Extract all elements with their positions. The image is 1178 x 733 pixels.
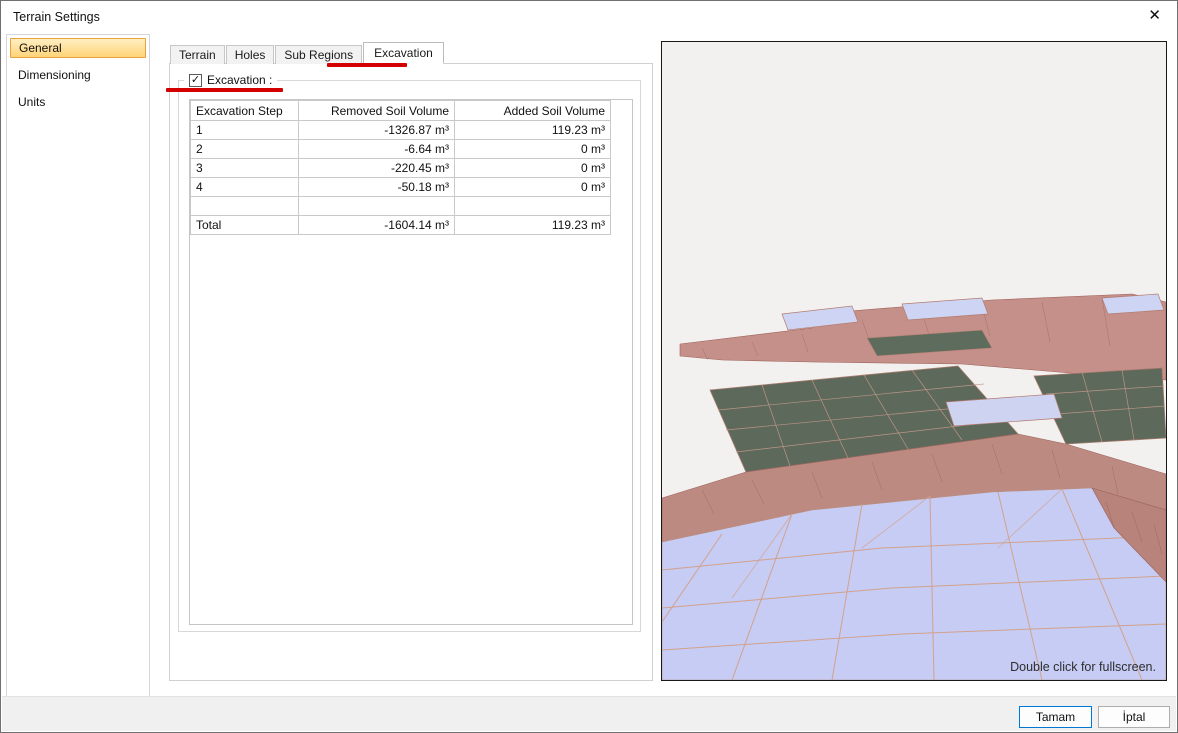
- table-row: 4 -50.18 m³ 0 m³: [191, 178, 611, 197]
- cell-step: 3: [191, 159, 299, 178]
- cell-removed: -6.64 m³: [299, 140, 455, 159]
- close-icon[interactable]: ✕: [1148, 8, 1161, 24]
- column-header-added-soil-volume: Added Soil Volume: [455, 101, 611, 121]
- sidebar: General Dimensioning Units: [6, 34, 150, 698]
- cell-removed: -1604.14 m³: [299, 216, 455, 235]
- table-header-row: Excavation Step Removed Soil Volume Adde…: [191, 101, 611, 121]
- sidebar-item-dimensioning[interactable]: Dimensioning: [10, 65, 146, 85]
- cell-removed: -220.45 m³: [299, 159, 455, 178]
- cell-step: Total: [191, 216, 299, 235]
- table-row-empty: [191, 197, 611, 216]
- cell-removed: -1326.87 m³: [299, 121, 455, 140]
- cell-added: [455, 197, 611, 216]
- table-row: 1 -1326.87 m³ 119.23 m³: [191, 121, 611, 140]
- terrain-3d-preview[interactable]: Double click for fullscreen.: [661, 41, 1167, 681]
- footer-bar: [2, 696, 1176, 731]
- table-row-total: Total -1604.14 m³ 119.23 m³: [191, 216, 611, 235]
- tab-excavation[interactable]: Excavation: [363, 42, 444, 64]
- sidebar-item-units[interactable]: Units: [10, 92, 146, 112]
- excavation-checkbox[interactable]: ✓: [189, 74, 202, 87]
- cell-removed: [299, 197, 455, 216]
- excavation-checkbox-row: ✓ Excavation :: [184, 72, 277, 88]
- table-row: 3 -220.45 m³ 0 m³: [191, 159, 611, 178]
- excavation-checkbox-label: Excavation :: [207, 73, 272, 87]
- ok-button[interactable]: Tamam: [1019, 706, 1092, 728]
- cell-added: 119.23 m³: [455, 121, 611, 140]
- cancel-button[interactable]: İptal: [1098, 706, 1170, 728]
- column-header-excavation-step: Excavation Step: [191, 101, 299, 121]
- cell-added: 0 m³: [455, 140, 611, 159]
- terrain-settings-dialog: Terrain Settings ✕ General Dimensioning …: [0, 0, 1178, 733]
- cell-added: 119.23 m³: [455, 216, 611, 235]
- tabstrip: Terrain Holes Sub Regions Excavation: [170, 43, 445, 64]
- cell-step: 2: [191, 140, 299, 159]
- tab-holes[interactable]: Holes: [226, 45, 275, 64]
- titlebar: Terrain Settings ✕: [1, 1, 1177, 31]
- cell-step: 4: [191, 178, 299, 197]
- excavation-table: Excavation Step Removed Soil Volume Adde…: [190, 100, 611, 235]
- annotation-underline-tab: [327, 63, 407, 67]
- cell-step: 1: [191, 121, 299, 140]
- column-header-removed-soil-volume: Removed Soil Volume: [299, 101, 455, 121]
- table-row: 2 -6.64 m³ 0 m³: [191, 140, 611, 159]
- window-title: Terrain Settings: [13, 10, 100, 24]
- cell-added: 0 m³: [455, 159, 611, 178]
- tab-terrain[interactable]: Terrain: [170, 45, 225, 64]
- terrain-3d-render: [662, 42, 1166, 680]
- tab-sub-regions[interactable]: Sub Regions: [275, 45, 362, 64]
- cell-step: [191, 197, 299, 216]
- excavation-table-panel: Excavation Step Removed Soil Volume Adde…: [189, 99, 633, 625]
- cell-added: 0 m³: [455, 178, 611, 197]
- sidebar-item-general[interactable]: General: [10, 38, 146, 58]
- fullscreen-hint: Double click for fullscreen.: [1010, 660, 1156, 674]
- cell-removed: -50.18 m³: [299, 178, 455, 197]
- annotation-underline-checkbox: [166, 88, 283, 92]
